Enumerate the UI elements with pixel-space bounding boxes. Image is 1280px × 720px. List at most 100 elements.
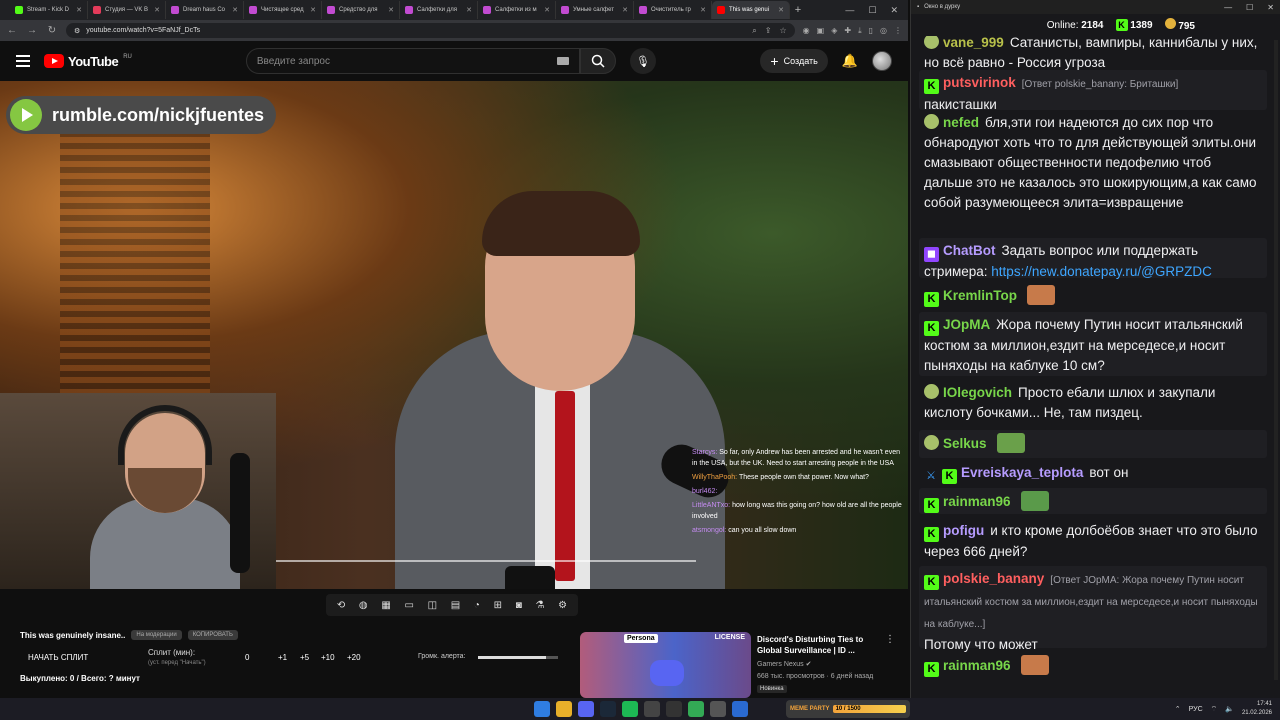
gear-icon[interactable]: ⚙: [558, 600, 567, 611]
tab-close-icon[interactable]: ✕: [76, 6, 82, 14]
split-add-5-button[interactable]: +5: [300, 653, 309, 662]
avatar[interactable]: [872, 51, 892, 71]
screenshot-icon[interactable]: ◙: [516, 600, 522, 611]
tab-close-icon[interactable]: ✕: [232, 6, 238, 14]
maximize-icon[interactable]: ☐: [1246, 3, 1253, 12]
new-tab-button[interactable]: +: [790, 4, 806, 16]
split-add-20-button[interactable]: +20: [347, 653, 361, 662]
recommended-title[interactable]: Discord's Disturbing Ties to Global Surv…: [757, 634, 887, 656]
folder-icon[interactable]: ▭: [404, 600, 413, 611]
url-field[interactable]: ⚙ youtube.com/watch?v=5FaNJf_DcTs ⌕ ⇪ ☆: [66, 23, 795, 38]
start-icon[interactable]: [534, 701, 550, 717]
menu-kebab-icon[interactable]: ⋮: [894, 26, 902, 35]
clock[interactable]: 17:41 21.02.2026: [1242, 700, 1272, 718]
browser-tab[interactable]: Студия — VK В ✕: [88, 1, 166, 19]
keyboard-icon[interactable]: [556, 57, 569, 65]
chat-username[interactable]: vane_999: [943, 36, 1004, 50]
download-icon[interactable]: ⤓: [858, 26, 862, 36]
chat-username[interactable]: ChatBot: [943, 243, 996, 258]
audio-icon[interactable]: ◍: [359, 600, 368, 611]
search-input[interactable]: Введите запрос: [245, 48, 580, 74]
extension-icon[interactable]: ◈: [831, 26, 837, 35]
tray-chevron-icon[interactable]: ⌃: [1175, 705, 1181, 713]
add-icon[interactable]: ⊞: [494, 600, 502, 611]
browser-tab[interactable]: Салфетки для ✕: [400, 1, 478, 19]
tab-close-icon[interactable]: ✕: [700, 6, 706, 14]
tab-close-icon[interactable]: ✕: [154, 6, 160, 14]
puzzle-icon[interactable]: ✚: [844, 26, 851, 35]
chrome-icon[interactable]: [556, 701, 572, 717]
tab-close-icon[interactable]: ✕: [466, 6, 472, 14]
browser-tab[interactable]: Умные салфет ✕: [556, 1, 634, 19]
tab-close-icon[interactable]: ✕: [544, 6, 550, 14]
telegram-icon[interactable]: [732, 701, 748, 717]
start-split-button[interactable]: НАЧАТЬ СПЛИТ: [28, 653, 88, 662]
youtube-logo[interactable]: YouTube RU: [44, 54, 132, 69]
chat-username[interactable]: JOpMA: [943, 317, 990, 332]
chat-username[interactable]: rainman96: [943, 658, 1011, 673]
video-progress-bar[interactable]: [276, 560, 696, 562]
obs-icon[interactable]: [644, 701, 660, 717]
menu-icon[interactable]: [16, 52, 30, 70]
language-indicator[interactable]: РУС: [1189, 706, 1203, 713]
extension-icon[interactable]: ◉: [803, 26, 810, 35]
chat-username[interactable]: rainman96: [943, 494, 1011, 509]
browser-tab[interactable]: Stream - Kick D ✕: [10, 1, 88, 19]
chat-link[interactable]: https://new.donatepay.ru/@GRPZDC: [991, 264, 1212, 279]
chat-username[interactable]: Evreiskaya_teplota: [961, 465, 1083, 480]
video-player[interactable]: rumble.com/nickjfuentes Starcys: So far,…: [0, 81, 908, 589]
share-icon[interactable]: ⇪: [765, 26, 772, 36]
search-button[interactable]: [579, 48, 616, 74]
copy-button[interactable]: КОПИРОВАТЬ: [187, 630, 238, 640]
recommended-channel[interactable]: Gamers Nexus ✔: [757, 660, 812, 668]
recommended-thumbnail[interactable]: Persona LICENSE: [580, 632, 751, 698]
browser-tab[interactable]: This was genui ✕: [712, 1, 790, 19]
app-icon[interactable]: [710, 701, 726, 717]
browser-tab[interactable]: Салфетки из м ✕: [478, 1, 556, 19]
minimize-icon[interactable]: —: [845, 5, 854, 16]
chat-username[interactable]: KremlinTop: [943, 288, 1017, 303]
subtitles-icon[interactable]: ▤: [451, 600, 460, 611]
discord-icon[interactable]: [578, 701, 594, 717]
loop-icon[interactable]: ⟲: [337, 600, 345, 611]
chat-username[interactable]: nefed: [943, 115, 979, 130]
tab-close-icon[interactable]: ✕: [622, 6, 628, 14]
minimize-icon[interactable]: —: [1224, 3, 1232, 12]
split-add-1-button[interactable]: +1: [278, 653, 287, 662]
tab-close-icon[interactable]: ✕: [310, 6, 316, 14]
search-page-icon[interactable]: ⌕: [752, 26, 756, 36]
back-icon[interactable]: ←: [6, 25, 18, 36]
flask-icon[interactable]: ⚗: [535, 600, 544, 611]
create-button[interactable]: + Создать: [760, 49, 828, 73]
browser-tab[interactable]: Чистящее сред ✕: [244, 1, 322, 19]
chat-username[interactable]: pofigu: [943, 523, 984, 538]
steam-icon[interactable]: [600, 701, 616, 717]
chat-username[interactable]: IOlegovich: [943, 385, 1012, 400]
meme-party-widget[interactable]: MEME PARTY 10 / 1500: [786, 700, 910, 718]
chat-username[interactable]: Selkus: [943, 436, 987, 451]
close-icon[interactable]: ✕: [1267, 3, 1274, 12]
recommended-video[interactable]: Persona LICENSE Discord's Disturbing Tie…: [580, 632, 900, 698]
forward-icon[interactable]: →: [26, 25, 38, 36]
browser-tab[interactable]: Средство для ✕: [322, 1, 400, 19]
spotify-icon[interactable]: [622, 701, 638, 717]
speed-icon[interactable]: ◔: [474, 600, 480, 611]
chat-scrollbar[interactable]: [1274, 40, 1278, 680]
site-info-icon[interactable]: ⚙: [74, 27, 80, 35]
notifications-bell-icon[interactable]: 🔔: [842, 53, 858, 69]
browser-tab[interactable]: Dream haus Co ✕: [166, 1, 244, 19]
app-icon[interactable]: [688, 701, 704, 717]
browser-tab[interactable]: Очиститель гр ✕: [634, 1, 712, 19]
extension-icon[interactable]: ▣: [817, 26, 825, 35]
chat-username[interactable]: polskie_banany: [943, 571, 1044, 586]
volume-icon[interactable]: 🔈: [1225, 705, 1234, 713]
app-icon[interactable]: [666, 701, 682, 717]
alert-volume-slider[interactable]: [478, 656, 558, 659]
voice-search-button[interactable]: 🎙: [629, 48, 656, 74]
reload-icon[interactable]: ↻: [46, 25, 58, 36]
bookmark-star-icon[interactable]: ☆: [779, 26, 786, 36]
split-view-icon[interactable]: ▯: [869, 26, 873, 35]
more-options-icon[interactable]: ⋮: [885, 634, 895, 645]
network-icon[interactable]: ⌔: [1211, 705, 1218, 714]
tab-close-icon[interactable]: ✕: [388, 6, 394, 14]
